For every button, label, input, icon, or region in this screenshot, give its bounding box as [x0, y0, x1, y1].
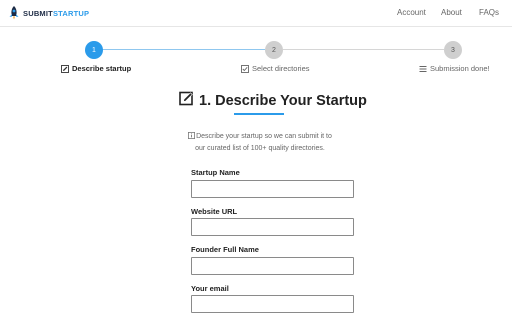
- step-2-text: Select directories: [252, 64, 310, 73]
- stepper-connector-1: [102, 49, 265, 50]
- info-icon: [188, 132, 196, 143]
- brand-name-part2: STARTUP: [52, 8, 90, 18]
- page-title-text: 1. Describe Your Startup: [199, 93, 367, 109]
- description-line-2: our curated list of 100+ quality directo…: [195, 145, 325, 152]
- page-title: 1. Describe Your Startup: [179, 91, 367, 111]
- brand-logo[interactable]: SUBMITSTARTUP: [8, 6, 89, 20]
- edit-icon: [61, 64, 69, 73]
- brand-name-part1: SUBMIT: [23, 8, 53, 18]
- step-1-label: Describe startup: [61, 64, 131, 73]
- edit-icon: [179, 91, 199, 111]
- nav-faqs-link[interactable]: FAQs: [479, 8, 499, 17]
- list-icon: [419, 65, 427, 73]
- website-url-label: Website URL: [191, 207, 238, 216]
- step-2-circle: 2: [265, 41, 283, 59]
- email-input[interactable]: [191, 295, 354, 313]
- founder-name-input[interactable]: [191, 257, 354, 275]
- page-description: Describe your startup so we can submit i…: [180, 131, 340, 154]
- step-1-text: Describe startup: [72, 64, 132, 73]
- step-3-text: Submission done!: [430, 64, 490, 73]
- step-3-label: Submission done!: [419, 64, 490, 73]
- description-line-1: Describe your startup so we can submit i…: [196, 133, 332, 140]
- title-underline: [234, 113, 284, 115]
- email-label: Your email: [191, 284, 229, 293]
- checkbox-icon: [241, 64, 249, 73]
- startup-name-label: Startup Name: [191, 168, 240, 177]
- nav-about-link[interactable]: About: [441, 8, 462, 17]
- step-2-label: Select directories: [241, 64, 310, 73]
- website-url-input[interactable]: [191, 218, 354, 236]
- stepper-connector-2: [283, 49, 444, 50]
- startup-name-input[interactable]: [191, 180, 354, 198]
- step-1-circle: 1: [85, 41, 103, 59]
- nav-account-link[interactable]: Account: [397, 8, 426, 17]
- rocket-icon: [8, 6, 20, 20]
- step-3-circle: 3: [444, 41, 462, 59]
- founder-name-label: Founder Full Name: [191, 245, 259, 254]
- top-navbar: SUBMITSTARTUP Account About FAQs: [0, 0, 512, 27]
